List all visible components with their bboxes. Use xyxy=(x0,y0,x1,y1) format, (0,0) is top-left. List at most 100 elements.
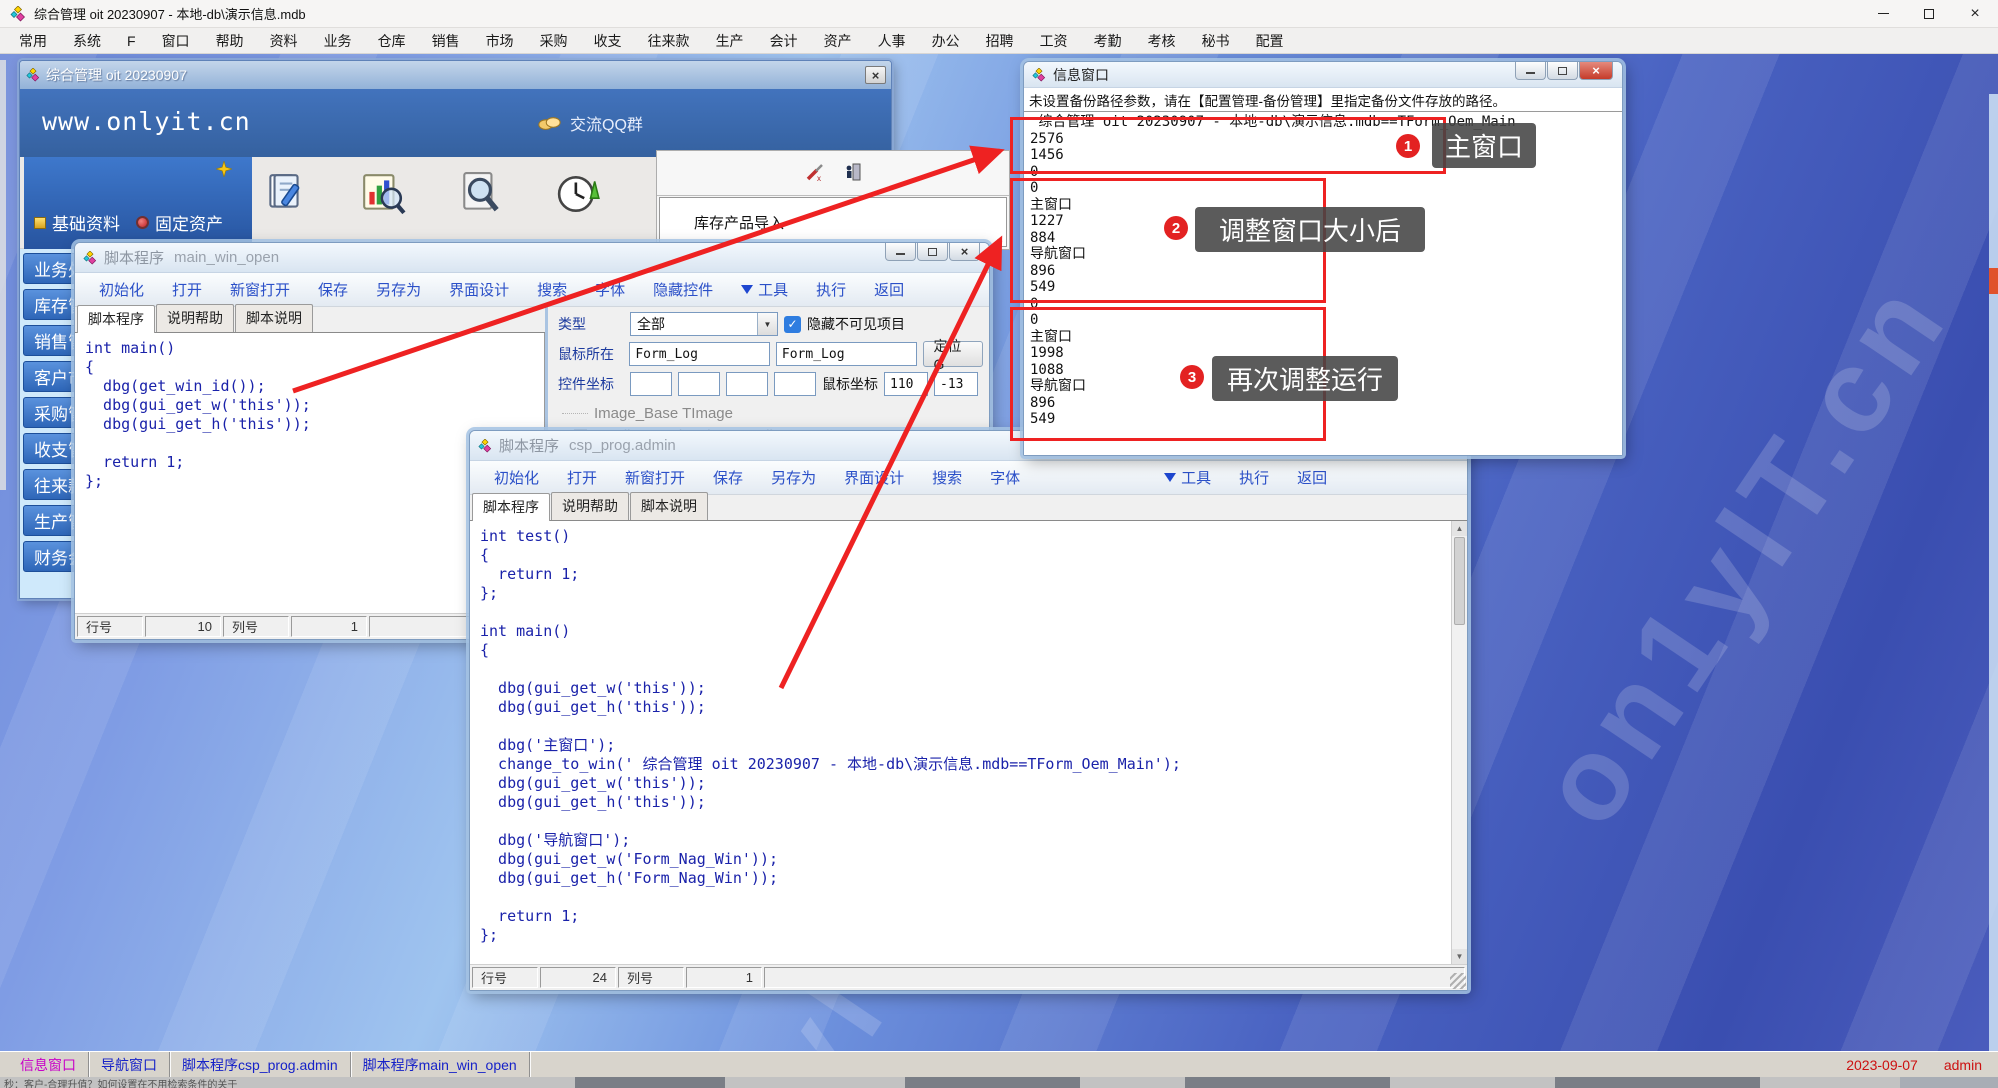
menu-item[interactable]: 窗口 xyxy=(149,28,203,54)
menu-item[interactable]: 常用 xyxy=(6,28,60,54)
maximize-button[interactable] xyxy=(917,243,948,261)
chevron-down-icon[interactable]: ▼ xyxy=(757,313,777,335)
control-coord-field[interactable] xyxy=(678,372,720,396)
tab-basic-data[interactable]: 基础资料 xyxy=(34,210,120,235)
menu-item[interactable]: 系统 xyxy=(60,28,114,54)
toolbar-link[interactable]: 初始化 xyxy=(99,279,144,300)
menu-item[interactable]: 工资 xyxy=(1027,28,1081,54)
status-date: 2023-09-07 xyxy=(1846,1057,1918,1073)
site-link[interactable]: www.onlyit.cn xyxy=(42,107,251,136)
minimize-button[interactable] xyxy=(885,243,916,261)
menu-item[interactable]: 生产 xyxy=(703,28,757,54)
menu-item[interactable]: 往来款 xyxy=(635,28,703,54)
control-coord-field[interactable] xyxy=(726,372,768,396)
tab-1[interactable]: 脚本程序 xyxy=(77,305,155,333)
toolbar-link[interactable]: 打开 xyxy=(567,467,597,488)
toolbar-link[interactable]: 搜索 xyxy=(537,279,567,300)
close-button[interactable]: × xyxy=(949,243,980,261)
control-coord-field[interactable] xyxy=(630,372,672,396)
window-titlebar[interactable]: 脚本程序 main_win_open xyxy=(75,243,989,273)
toolbar-link[interactable]: 保存 xyxy=(713,467,743,488)
hide-invisible-checkbox[interactable]: ✓ xyxy=(784,316,801,333)
tab-2[interactable]: 说明帮助 xyxy=(551,492,629,520)
close-icon[interactable]: × xyxy=(865,66,886,84)
toolbar-link[interactable]: 新窗打开 xyxy=(230,279,290,300)
menu-item[interactable]: 销售 xyxy=(419,28,473,54)
menu-item[interactable]: 会计 xyxy=(757,28,811,54)
schedule-icon[interactable] xyxy=(556,171,602,217)
menu-item[interactable]: 配置 xyxy=(1243,28,1297,54)
menu-item[interactable]: 秘书 xyxy=(1189,28,1243,54)
toolbar-link[interactable]: 字体 xyxy=(595,279,625,300)
menu-item[interactable]: 收支 xyxy=(581,28,635,54)
toolbar-link[interactable]: 隐藏控件 xyxy=(653,279,713,300)
toolbar-link[interactable]: 返回 xyxy=(1297,467,1327,488)
locate-button[interactable]: 定位G xyxy=(923,341,983,367)
taskbar-item[interactable]: 导航窗口 xyxy=(89,1052,170,1077)
tab-3[interactable]: 脚本说明 xyxy=(630,492,708,520)
design-tool-icon[interactable] xyxy=(805,162,825,182)
minimize-button[interactable] xyxy=(1515,62,1546,80)
menu-item[interactable]: 资料 xyxy=(257,28,311,54)
toolbar-link[interactable]: 界面设计 xyxy=(844,467,904,488)
tab-fixed-assets[interactable]: 固定资产 xyxy=(136,210,223,235)
report-search-icon[interactable] xyxy=(360,171,406,217)
minimize-button[interactable] xyxy=(1860,0,1906,28)
menu-item[interactable]: 帮助 xyxy=(203,28,257,54)
maximize-button[interactable] xyxy=(1547,62,1578,80)
menu-item[interactable]: 业务 xyxy=(311,28,365,54)
close-button[interactable]: × xyxy=(1579,62,1613,80)
mouse-at-field-1[interactable]: Form_Log xyxy=(629,342,770,366)
menu-item[interactable]: 考勤 xyxy=(1081,28,1135,54)
mouse-y-field[interactable]: -13 xyxy=(934,372,978,396)
type-dropdown[interactable]: 全部 ▼ xyxy=(630,312,778,336)
search-icon[interactable] xyxy=(458,171,504,217)
toolbar-link[interactable]: 初始化 xyxy=(494,467,539,488)
qq-group-link[interactable]: 交流QQ群 xyxy=(538,111,643,135)
toolbar-link[interactable]: 搜索 xyxy=(932,467,962,488)
new-document-icon[interactable] xyxy=(262,171,308,217)
menu-item[interactable]: 采购 xyxy=(527,28,581,54)
resize-grip[interactable] xyxy=(1450,973,1466,989)
exit-icon[interactable] xyxy=(843,162,863,182)
toolbar-link[interactable]: 新窗打开 xyxy=(625,467,685,488)
menu-item[interactable]: 仓库 xyxy=(365,28,419,54)
taskbar-item[interactable]: 脚本程序main_win_open xyxy=(351,1052,530,1077)
maximize-button[interactable] xyxy=(1906,0,1952,28)
tab-3[interactable]: 脚本说明 xyxy=(235,304,313,332)
taskbar-item[interactable]: 脚本程序csp_prog.admin xyxy=(170,1052,351,1077)
toolbar-link[interactable]: 工具 xyxy=(741,279,788,300)
toolbar-link[interactable]: 打开 xyxy=(172,279,202,300)
stock-import-button[interactable]: 库存产品导入 xyxy=(659,197,1007,247)
scroll-up-icon[interactable]: ▲ xyxy=(1452,521,1467,536)
close-button[interactable]: × xyxy=(1952,0,1998,28)
code-editor[interactable]: int test() { return 1; }; int main() { d… xyxy=(470,521,1451,964)
toolbar-link[interactable]: 保存 xyxy=(318,279,348,300)
toolbar-link[interactable]: 执行 xyxy=(1239,467,1269,488)
menu-item[interactable]: F xyxy=(114,30,149,52)
menu-item[interactable]: 人事 xyxy=(865,28,919,54)
vertical-scrollbar[interactable]: ▲ ▼ xyxy=(1451,521,1467,964)
scroll-down-icon[interactable]: ▼ xyxy=(1452,949,1467,964)
toolbar-link[interactable]: 工具 xyxy=(1164,467,1211,488)
toolbar-link[interactable]: 另存为 xyxy=(376,279,421,300)
mouse-x-field[interactable]: 110 xyxy=(884,372,928,396)
menu-item[interactable]: 市场 xyxy=(473,28,527,54)
taskbar-item[interactable]: 信息窗口 xyxy=(8,1052,89,1077)
tab-1[interactable]: 脚本程序 xyxy=(472,493,550,521)
mouse-at-field-2[interactable]: Form_Log xyxy=(776,342,917,366)
toolbar-link[interactable]: 返回 xyxy=(874,279,904,300)
toolbar-link[interactable]: 另存为 xyxy=(771,467,816,488)
nav-window-titlebar[interactable]: 综合管理 oit 20230907 × xyxy=(20,61,891,89)
scroll-thumb[interactable] xyxy=(1454,537,1465,625)
tab-2[interactable]: 说明帮助 xyxy=(156,304,234,332)
menu-item[interactable]: 考核 xyxy=(1135,28,1189,54)
toolbar-link[interactable]: 界面设计 xyxy=(449,279,509,300)
toolbar-link[interactable]: 字体 xyxy=(990,467,1020,488)
control-coord-field[interactable] xyxy=(774,372,816,396)
menu-item[interactable]: 招聘 xyxy=(973,28,1027,54)
menu-item[interactable]: 资产 xyxy=(811,28,865,54)
toolbar-link[interactable]: 执行 xyxy=(816,279,846,300)
tree-item[interactable]: Image_Base TImage xyxy=(558,402,983,424)
menu-item[interactable]: 办公 xyxy=(919,28,973,54)
